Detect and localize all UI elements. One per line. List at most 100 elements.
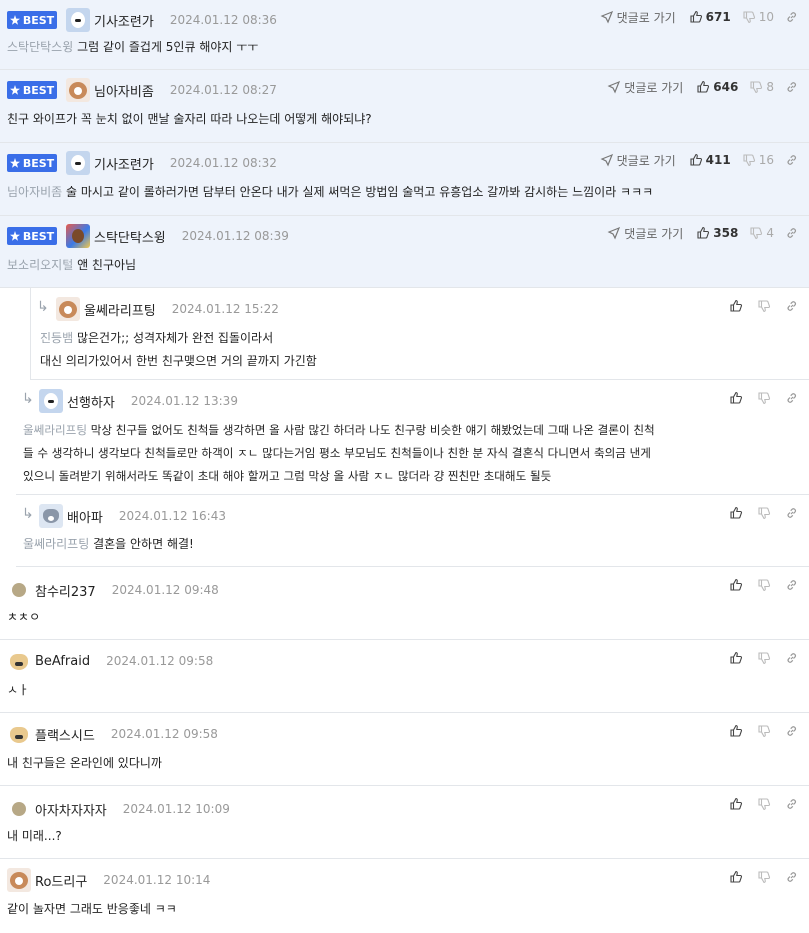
- user-avatar[interactable]: [12, 583, 26, 597]
- mention[interactable]: 진등뱀: [40, 331, 73, 345]
- user-avatar[interactable]: [66, 224, 90, 248]
- mention[interactable]: 보소리오지털: [7, 258, 73, 272]
- thumbs-up-icon[interactable]: [729, 578, 743, 592]
- comment-author[interactable]: 선행하자: [67, 392, 115, 411]
- thumbs-down-icon[interactable]: [742, 153, 756, 167]
- link-icon[interactable]: [785, 80, 799, 94]
- star-icon: [9, 85, 20, 95]
- comment-date: 2024.01.12 10:14: [103, 873, 211, 887]
- comment-body: 보소리오지털 앤 친구아님: [7, 258, 137, 272]
- user-avatar[interactable]: [66, 78, 90, 102]
- star-icon: [9, 15, 20, 25]
- thumbs-down-icon[interactable]: [757, 578, 771, 592]
- comment-date: 2024.01.12 08:36: [169, 13, 277, 27]
- best-badge: BEST: [7, 154, 57, 172]
- thumbs-up-icon[interactable]: [729, 797, 743, 811]
- comment-author[interactable]: 님아자비좀: [94, 81, 154, 100]
- comment-date: 2024.01.12 08:39: [181, 229, 289, 243]
- link-icon[interactable]: [785, 506, 799, 520]
- user-avatar[interactable]: [7, 649, 31, 673]
- link-icon[interactable]: [785, 226, 799, 240]
- thumbs-down-icon[interactable]: [757, 724, 771, 738]
- thumbs-down-icon[interactable]: [757, 651, 771, 665]
- comment: 참수리237 2024.01.12 09:48 ㅊㅊㅇ: [0, 567, 809, 640]
- goto-comment-link[interactable]: 댓글로 가기: [607, 225, 683, 242]
- comment-author[interactable]: 기사조련가: [94, 154, 154, 173]
- user-avatar[interactable]: [56, 297, 80, 321]
- comment-author[interactable]: Ro드리구: [35, 871, 87, 890]
- thumbs-up-icon[interactable]: [729, 391, 743, 405]
- user-avatar[interactable]: [7, 868, 31, 892]
- user-avatar[interactable]: [66, 151, 90, 175]
- thumbs-up-icon[interactable]: [729, 724, 743, 738]
- comment-date: 2024.01.12 08:32: [169, 156, 277, 170]
- user-avatar[interactable]: [66, 8, 90, 32]
- thumbs-down-icon[interactable]: [757, 797, 771, 811]
- upvote-count: 411: [705, 153, 731, 167]
- link-icon[interactable]: [785, 797, 799, 811]
- comment-actions: 댓글로 가기 671 10: [600, 9, 799, 25]
- comment: 플랙스시드 2024.01.12 09:58 내 친구들은 온라인에 있다니까: [0, 713, 809, 786]
- thumbs-down-icon[interactable]: [742, 10, 756, 24]
- goto-comment-link[interactable]: 댓글로 가기: [600, 9, 676, 26]
- comment-author[interactable]: 참수리237: [35, 581, 96, 600]
- comment-author[interactable]: 배아파: [67, 507, 103, 526]
- comment-body: 친구 와이프가 꼭 눈치 없이 맨날 술자리 따라 나오는데 어떻게 해야되냐?: [7, 112, 372, 126]
- comment-body: 님아자비좀 술 마시고 같이 롤하러가면 담부터 안온다 내가 실제 써먹은 방…: [7, 185, 654, 199]
- comment-author[interactable]: 울쎄라리프팅: [84, 300, 156, 319]
- link-icon[interactable]: [785, 153, 799, 167]
- thumbs-up-icon[interactable]: [696, 226, 710, 240]
- star-icon: [9, 158, 20, 168]
- comment: BeAfraid 2024.01.12 09:58 ㅅㅏ: [0, 640, 809, 713]
- link-icon[interactable]: [785, 870, 799, 884]
- link-icon[interactable]: [785, 578, 799, 592]
- thumbs-up-icon[interactable]: [689, 10, 703, 24]
- comment-date: 2024.01.12 08:27: [169, 83, 277, 97]
- thumbs-down-icon[interactable]: [757, 506, 771, 520]
- comment-actions: [729, 870, 799, 884]
- send-icon: [600, 153, 613, 167]
- comment-date: 2024.01.12 10:09: [122, 802, 230, 816]
- comment-author[interactable]: 기사조련가: [94, 11, 154, 30]
- user-avatar[interactable]: [7, 722, 31, 746]
- comment-author[interactable]: 스탁단탁스윙: [94, 227, 166, 246]
- thumbs-up-icon[interactable]: [729, 651, 743, 665]
- mention[interactable]: 울쎄라리프팅: [23, 537, 89, 551]
- comment-actions: [729, 651, 799, 665]
- comment-author[interactable]: BeAfraid: [35, 654, 90, 669]
- thumbs-down-icon[interactable]: [749, 80, 763, 94]
- send-icon: [607, 226, 621, 240]
- thumbs-up-icon[interactable]: [729, 506, 743, 520]
- mention[interactable]: 님아자비좀: [7, 185, 62, 199]
- link-icon[interactable]: [785, 10, 799, 24]
- goto-comment-link[interactable]: 댓글로 가기: [607, 79, 683, 96]
- thumbs-up-icon[interactable]: [729, 299, 743, 313]
- thumbs-down-icon[interactable]: [757, 299, 771, 313]
- best-badge: BEST: [7, 227, 57, 245]
- link-icon[interactable]: [785, 299, 799, 313]
- best-comment: BEST 님아자비좀 2024.01.12 08:27 댓글로 가기 646 8…: [0, 70, 809, 143]
- mention[interactable]: 스탁단탁스윙: [7, 40, 73, 54]
- comment-actions: [729, 391, 799, 405]
- link-icon[interactable]: [785, 651, 799, 665]
- user-avatar[interactable]: [12, 802, 26, 816]
- send-icon: [607, 80, 621, 94]
- user-avatar[interactable]: [39, 389, 63, 413]
- thumbs-up-icon[interactable]: [689, 153, 703, 167]
- star-icon: [9, 231, 20, 241]
- thumbs-down-icon[interactable]: [749, 226, 763, 240]
- thumbs-up-icon[interactable]: [696, 80, 710, 94]
- user-avatar[interactable]: [39, 504, 63, 528]
- comment-author[interactable]: 아자차자자자: [35, 800, 107, 819]
- link-icon[interactable]: [785, 724, 799, 738]
- thumbs-down-icon[interactable]: [757, 870, 771, 884]
- goto-comment-link[interactable]: 댓글로 가기: [600, 152, 676, 169]
- comment-date: 2024.01.12 16:43: [118, 509, 226, 523]
- comment-date: 2024.01.12 09:58: [110, 727, 218, 741]
- thumbs-up-icon[interactable]: [729, 870, 743, 884]
- mention[interactable]: 울쎄라리프팅: [23, 423, 87, 437]
- comment-actions: 댓글로 가기 411 16: [600, 152, 799, 168]
- comment-author[interactable]: 플랙스시드: [35, 725, 95, 744]
- link-icon[interactable]: [785, 391, 799, 405]
- thumbs-down-icon[interactable]: [757, 391, 771, 405]
